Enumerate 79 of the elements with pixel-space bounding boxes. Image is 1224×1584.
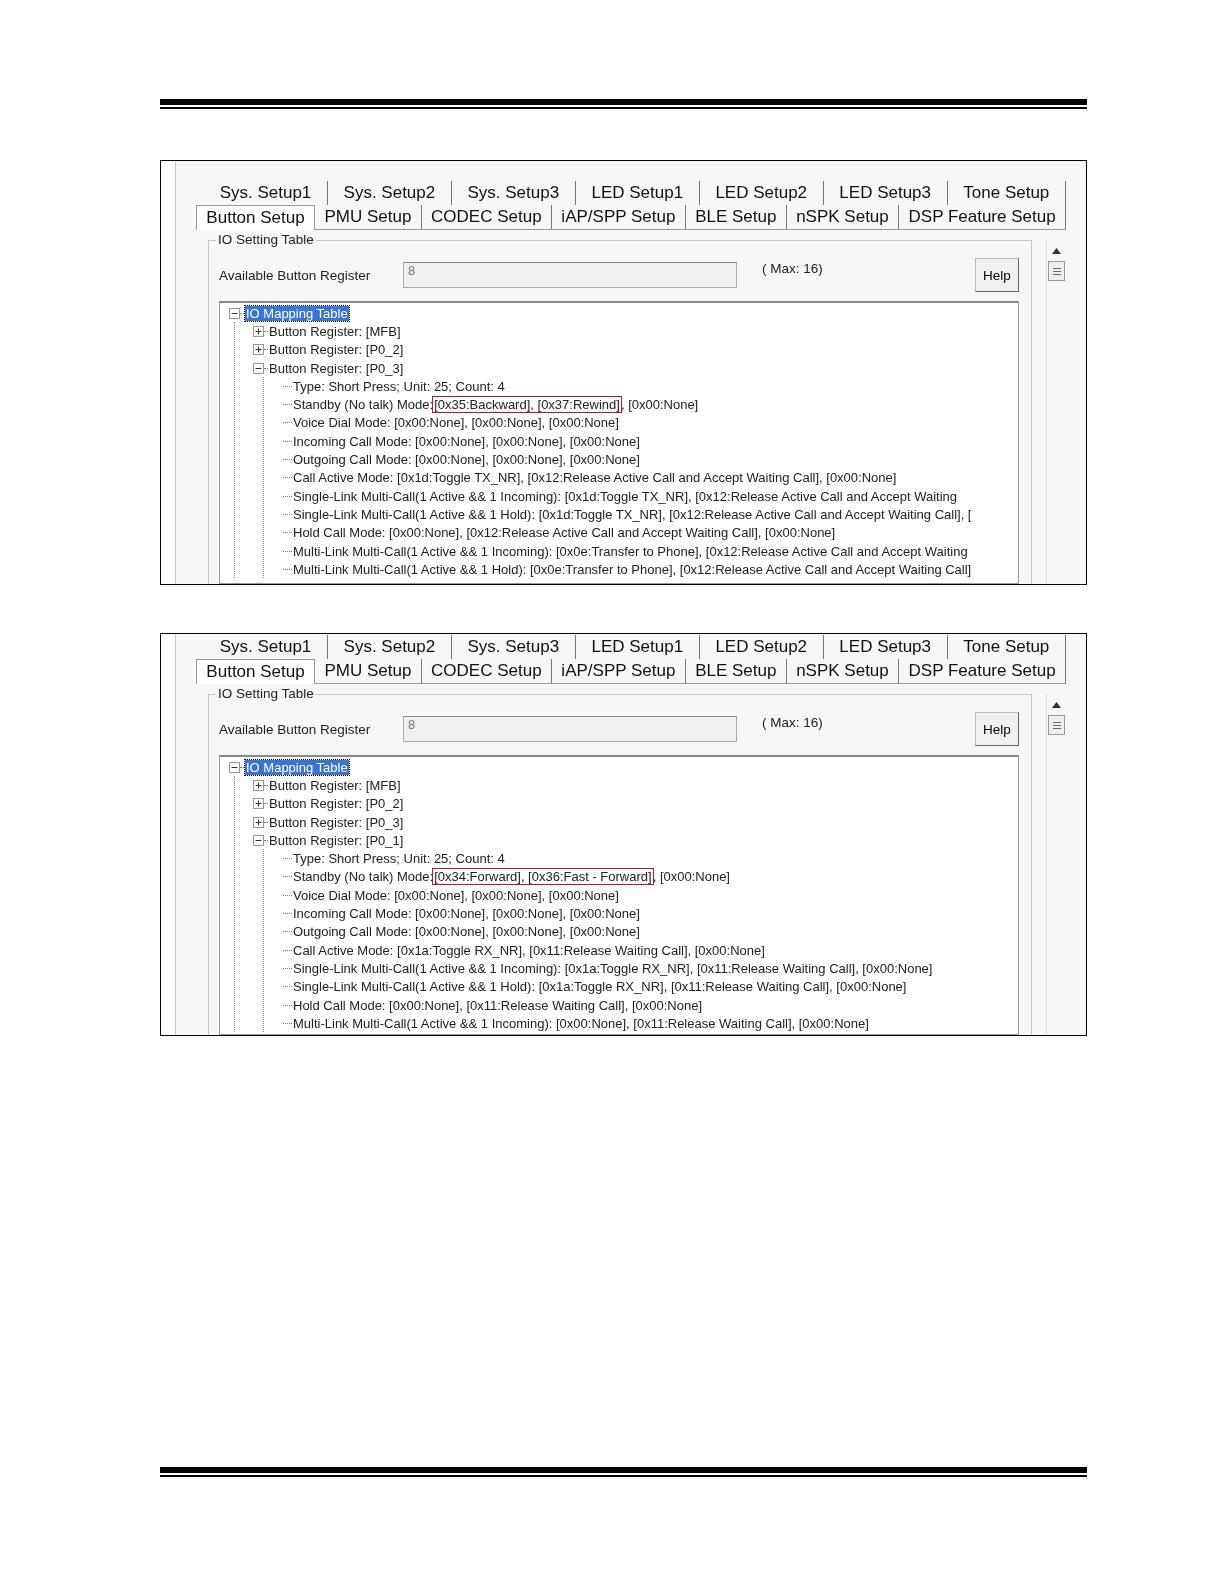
expand-icon[interactable]	[253, 816, 264, 828]
tab[interactable]: Tone Setup	[947, 635, 1066, 659]
expand-icon[interactable]	[253, 325, 264, 337]
tree-item[interactable]: Call Active Mode: [0x1d:Toggle TX_NR], [0x12:Release Active Call and Accept Waiting Call], [0x00:None]	[293, 470, 897, 486]
tab[interactable]: DSP Feature Setup	[899, 659, 1066, 683]
tab[interactable]: LED Setup2	[699, 181, 824, 205]
scrollbar-thumb[interactable]	[1048, 261, 1065, 281]
tab[interactable]: CODEC Setup	[421, 205, 552, 229]
tab[interactable]: Button Setup	[196, 659, 316, 684]
tree-item[interactable]: Multi-Link Multi-Call(1 Active && 1 Incoming): [0x0e:Transfer to Phone], [0x12:Release Active Call and Accept Waiting	[293, 543, 968, 559]
tree-item[interactable]: Call Active Mode: [0x1a:Toggle RX_NR], [0x11:Release Waiting Call], [0x00:None]	[293, 942, 765, 958]
tree-item[interactable]: IO Mapping Table	[245, 305, 349, 321]
tree-item[interactable]: Outgoing Call Mode: [0x00:None], [0x00:None], [0x00:None]	[293, 924, 640, 940]
tab[interactable]: nSPK Setup	[786, 205, 900, 229]
expand-icon[interactable]	[253, 779, 264, 791]
tab[interactable]: LED Setup3	[823, 635, 948, 659]
tab[interactable]: BLE Setup	[685, 659, 787, 683]
tree-item[interactable]: Single-Link Multi-Call(1 Active && 1 Incoming): [0x1d:Toggle TX_NR], [0x12:Release Active Call and Accept Waiting	[293, 488, 958, 504]
tree-item[interactable]: Standby (No talk) Mode:[0x34:Forward], [0x36:Fast - Forward], [0x00:None]	[293, 869, 730, 885]
tree-item[interactable]: Button Register: [P0_1]	[269, 832, 404, 848]
tree-item[interactable]: Button Register: [P0_3]	[269, 814, 404, 830]
collapse-icon[interactable]	[253, 362, 264, 374]
expand-icon[interactable]	[253, 798, 264, 810]
tab[interactable]: iAP/SPP Setup	[552, 659, 686, 683]
tree-item[interactable]: Button Register: [MFB]	[269, 777, 401, 793]
tab[interactable]: Button Setup	[196, 205, 316, 230]
tree-item[interactable]: Button Register: [P0_2]	[269, 342, 404, 358]
tree-item[interactable]: Single-Link Multi-Call(1 Active && 1 Hold): [0x1d:Toggle TX_NR], [0x12:Release Active Call and Accept Waiting Call], [	[293, 506, 972, 522]
max-text: ( Max: 16)	[762, 715, 824, 730]
tree-item[interactable]: Button Register: [MFB]	[269, 323, 401, 339]
tree-item[interactable]: Button Register: [P0_2]	[269, 796, 404, 812]
field-label: Available Button Register	[219, 721, 372, 737]
expand-icon[interactable]	[253, 344, 264, 356]
group-title: IO Setting Table	[216, 686, 316, 701]
tree-item[interactable]: Voice Dial Mode: [0x00:None], [0x00:None], [0x00:None]	[293, 887, 619, 903]
tab[interactable]: Sys. Setup2	[327, 635, 452, 659]
tree-item[interactable]: Single-Link Multi-Call(1 Active && 1 Hold): [0x1a:Toggle RX_NR], [0x11:Release Waiting Call], [0x00:None]	[293, 979, 907, 995]
tree-item[interactable]: Multi-Link Multi-Call(1 Active && 1 Incoming): [0x00:None], [0x11:Release Waiting Call], [0x00:None]	[293, 1015, 869, 1031]
tab[interactable]: DSP Feature Setup	[899, 205, 1066, 229]
tab[interactable]: LED Setup3	[823, 181, 948, 205]
tree-item[interactable]: Button Register: [P0_3]	[269, 360, 404, 376]
tab[interactable]: LED Setup1	[575, 635, 700, 659]
tab[interactable]: Tone Setup	[947, 181, 1066, 205]
tree-item[interactable]: IO Mapping Table	[245, 759, 349, 775]
tree-item[interactable]: Voice Dial Mode: [0x00:None], [0x00:None], [0x00:None]	[293, 415, 619, 431]
tab[interactable]: nSPK Setup	[786, 659, 900, 683]
scrollbar[interactable]	[1046, 240, 1066, 584]
group-title: IO Setting Table	[216, 232, 316, 247]
max-text: ( Max: 16)	[762, 261, 824, 276]
scroll-up-icon[interactable]	[1052, 702, 1061, 708]
tab[interactable]: PMU Setup	[315, 205, 422, 229]
tab[interactable]: Sys. Setup3	[451, 181, 576, 205]
tree-item[interactable]: Single-Link Multi-Call(1 Active && 1 Incoming): [0x1a:Toggle RX_NR], [0x11:Release Waiting Call], [0x00:None]	[293, 960, 933, 976]
tree-item[interactable]: Incoming Call Mode: [0x00:None], [0x00:None], [0x00:None]	[293, 906, 640, 921]
tree-item[interactable]: Outgoing Call Mode: [0x00:None], [0x00:None], [0x00:None]	[293, 452, 640, 467]
tab[interactable]: PMU Setup	[315, 659, 422, 683]
tab[interactable]: LED Setup1	[575, 181, 700, 205]
tree-item[interactable]: Standby (No talk) Mode:[0x35:Backward], [0x37:Rewind], [0x00:None]	[293, 397, 699, 413]
collapse-icon[interactable]	[253, 834, 264, 846]
tab[interactable]: Sys. Setup3	[451, 635, 576, 659]
scroll-up-icon[interactable]	[1052, 248, 1061, 254]
tree-item[interactable]: Incoming Call Mode: [0x00:None], [0x00:None], [0x00:None]	[293, 433, 640, 449]
tree-item[interactable]: Hold Call Mode: [0x00:None], [0x11:Release Waiting Call], [0x00:None]	[293, 997, 702, 1013]
tree-item[interactable]: Type: Short Press; Unit: 25; Count: 4	[293, 378, 505, 394]
tree-item[interactable]: Hold Call Mode: [0x00:None], [0x12:Release Active Call and Accept Waiting Call], [0x00:None]	[293, 525, 836, 541]
help-button[interactable]: Help	[975, 258, 1019, 292]
tree-item[interactable]: Multi-Link Multi-Call(1 Active && 1 Hold): [0x0e:Transfer to Phone], [0x12:Release Active Call and Accept Waiting Call]	[293, 561, 972, 577]
tree-item[interactable]: Type: Short Press; Unit: 25; Count: 4	[293, 851, 505, 867]
tab[interactable]: Sys. Setup2	[327, 181, 452, 205]
collapse-icon[interactable]	[229, 761, 240, 773]
help-button[interactable]: Help	[975, 712, 1019, 746]
tab[interactable]: BLE Setup	[685, 205, 787, 229]
tab[interactable]: CODEC Setup	[421, 659, 552, 683]
scrollbar[interactable]	[1046, 694, 1066, 1035]
scrollbar-thumb[interactable]	[1048, 715, 1065, 735]
tab[interactable]: iAP/SPP Setup	[552, 205, 686, 229]
collapse-icon[interactable]	[229, 307, 240, 319]
field-label: Available Button Register	[219, 267, 372, 283]
tab[interactable]: LED Setup2	[699, 635, 824, 659]
